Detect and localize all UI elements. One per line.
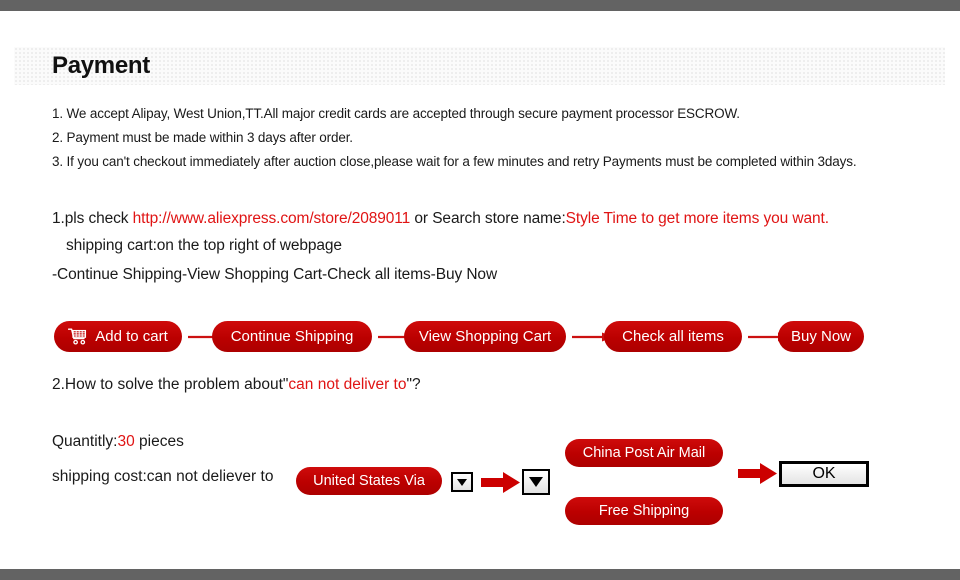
- question-2-highlight: can not deliver to: [288, 376, 407, 393]
- country-select-pill[interactable]: United States Via: [296, 467, 442, 495]
- store-line-prefix: 1.pls check: [52, 210, 133, 227]
- bottom-gray-bar: [0, 569, 960, 580]
- store-name-text: Style Time to get more items you want.: [565, 210, 829, 227]
- shopping-cart-icon: [68, 328, 88, 345]
- quantity-line: Quantitly:30 pieces: [52, 433, 184, 451]
- view-shopping-cart-button[interactable]: View Shopping Cart: [404, 321, 566, 352]
- payment-note-1: 1. We accept Alipay, West Union,TT.All m…: [52, 106, 740, 121]
- quantity-label: Quantitly:: [52, 433, 118, 450]
- payment-page: Payment 1. We accept Alipay, West Union,…: [0, 11, 960, 569]
- add-to-cart-button[interactable]: Add to cart: [54, 321, 182, 352]
- payment-note-3: 3. If you can't checkout immediately aft…: [52, 154, 857, 169]
- page-title: Payment: [52, 52, 150, 79]
- section-header-payment: Payment: [14, 47, 945, 85]
- question-2-prefix: 2.How to solve the problem about": [52, 376, 289, 393]
- buy-now-label: Buy Now: [790, 328, 852, 345]
- chevron-down-icon: [529, 477, 543, 487]
- ok-button[interactable]: OK: [779, 461, 869, 487]
- store-url-link[interactable]: http://www.aliexpress.com/store/2089011: [133, 210, 411, 227]
- check-all-items-label: Check all items: [622, 328, 724, 345]
- buy-now-button[interactable]: Buy Now: [778, 321, 864, 352]
- quantity-unit: pieces: [134, 433, 184, 450]
- continue-shipping-label: Continue Shipping: [230, 328, 354, 345]
- country-select-label: United States Via: [313, 473, 425, 489]
- shipping-method-dropdown-toggle[interactable]: [522, 469, 550, 495]
- top-gray-bar: [0, 0, 960, 11]
- shipping-option-china-post[interactable]: China Post Air Mail: [565, 439, 723, 467]
- shipping-option-free-shipping[interactable]: Free Shipping: [565, 497, 723, 525]
- quantity-value: 30: [117, 433, 135, 450]
- shipping-method-block-arrow: [481, 472, 521, 493]
- shipping-option-china-post-label: China Post Air Mail: [582, 445, 706, 461]
- store-line-middle: or Search store name:: [410, 210, 566, 227]
- flow-steps-text: -Continue Shipping-View Shopping Cart-Ch…: [52, 266, 498, 283]
- question-2-line: 2.How to solve the problem about"can not…: [52, 376, 421, 394]
- shipping-option-free-shipping-label: Free Shipping: [598, 503, 690, 519]
- question-2-suffix: "?: [406, 376, 421, 393]
- confirm-block-arrow: [738, 463, 778, 484]
- continue-shipping-button[interactable]: Continue Shipping: [212, 321, 372, 352]
- ok-button-label: OK: [812, 465, 836, 482]
- store-link-line: 1.pls check http://www.aliexpress.com/st…: [52, 210, 829, 228]
- view-shopping-cart-label: View Shopping Cart: [418, 328, 552, 345]
- shipping-cart-hint: shipping cart:on the top right of webpag…: [66, 237, 342, 254]
- payment-note-2: 2. Payment must be made within 3 days af…: [52, 130, 353, 145]
- add-to-cart-label: Add to cart: [95, 328, 168, 345]
- country-dropdown-toggle[interactable]: [451, 472, 473, 492]
- shipping-cost-label: shipping cost:can not deliever to: [52, 468, 274, 485]
- check-all-items-button[interactable]: Check all items: [604, 321, 742, 352]
- chevron-down-icon: [457, 478, 467, 486]
